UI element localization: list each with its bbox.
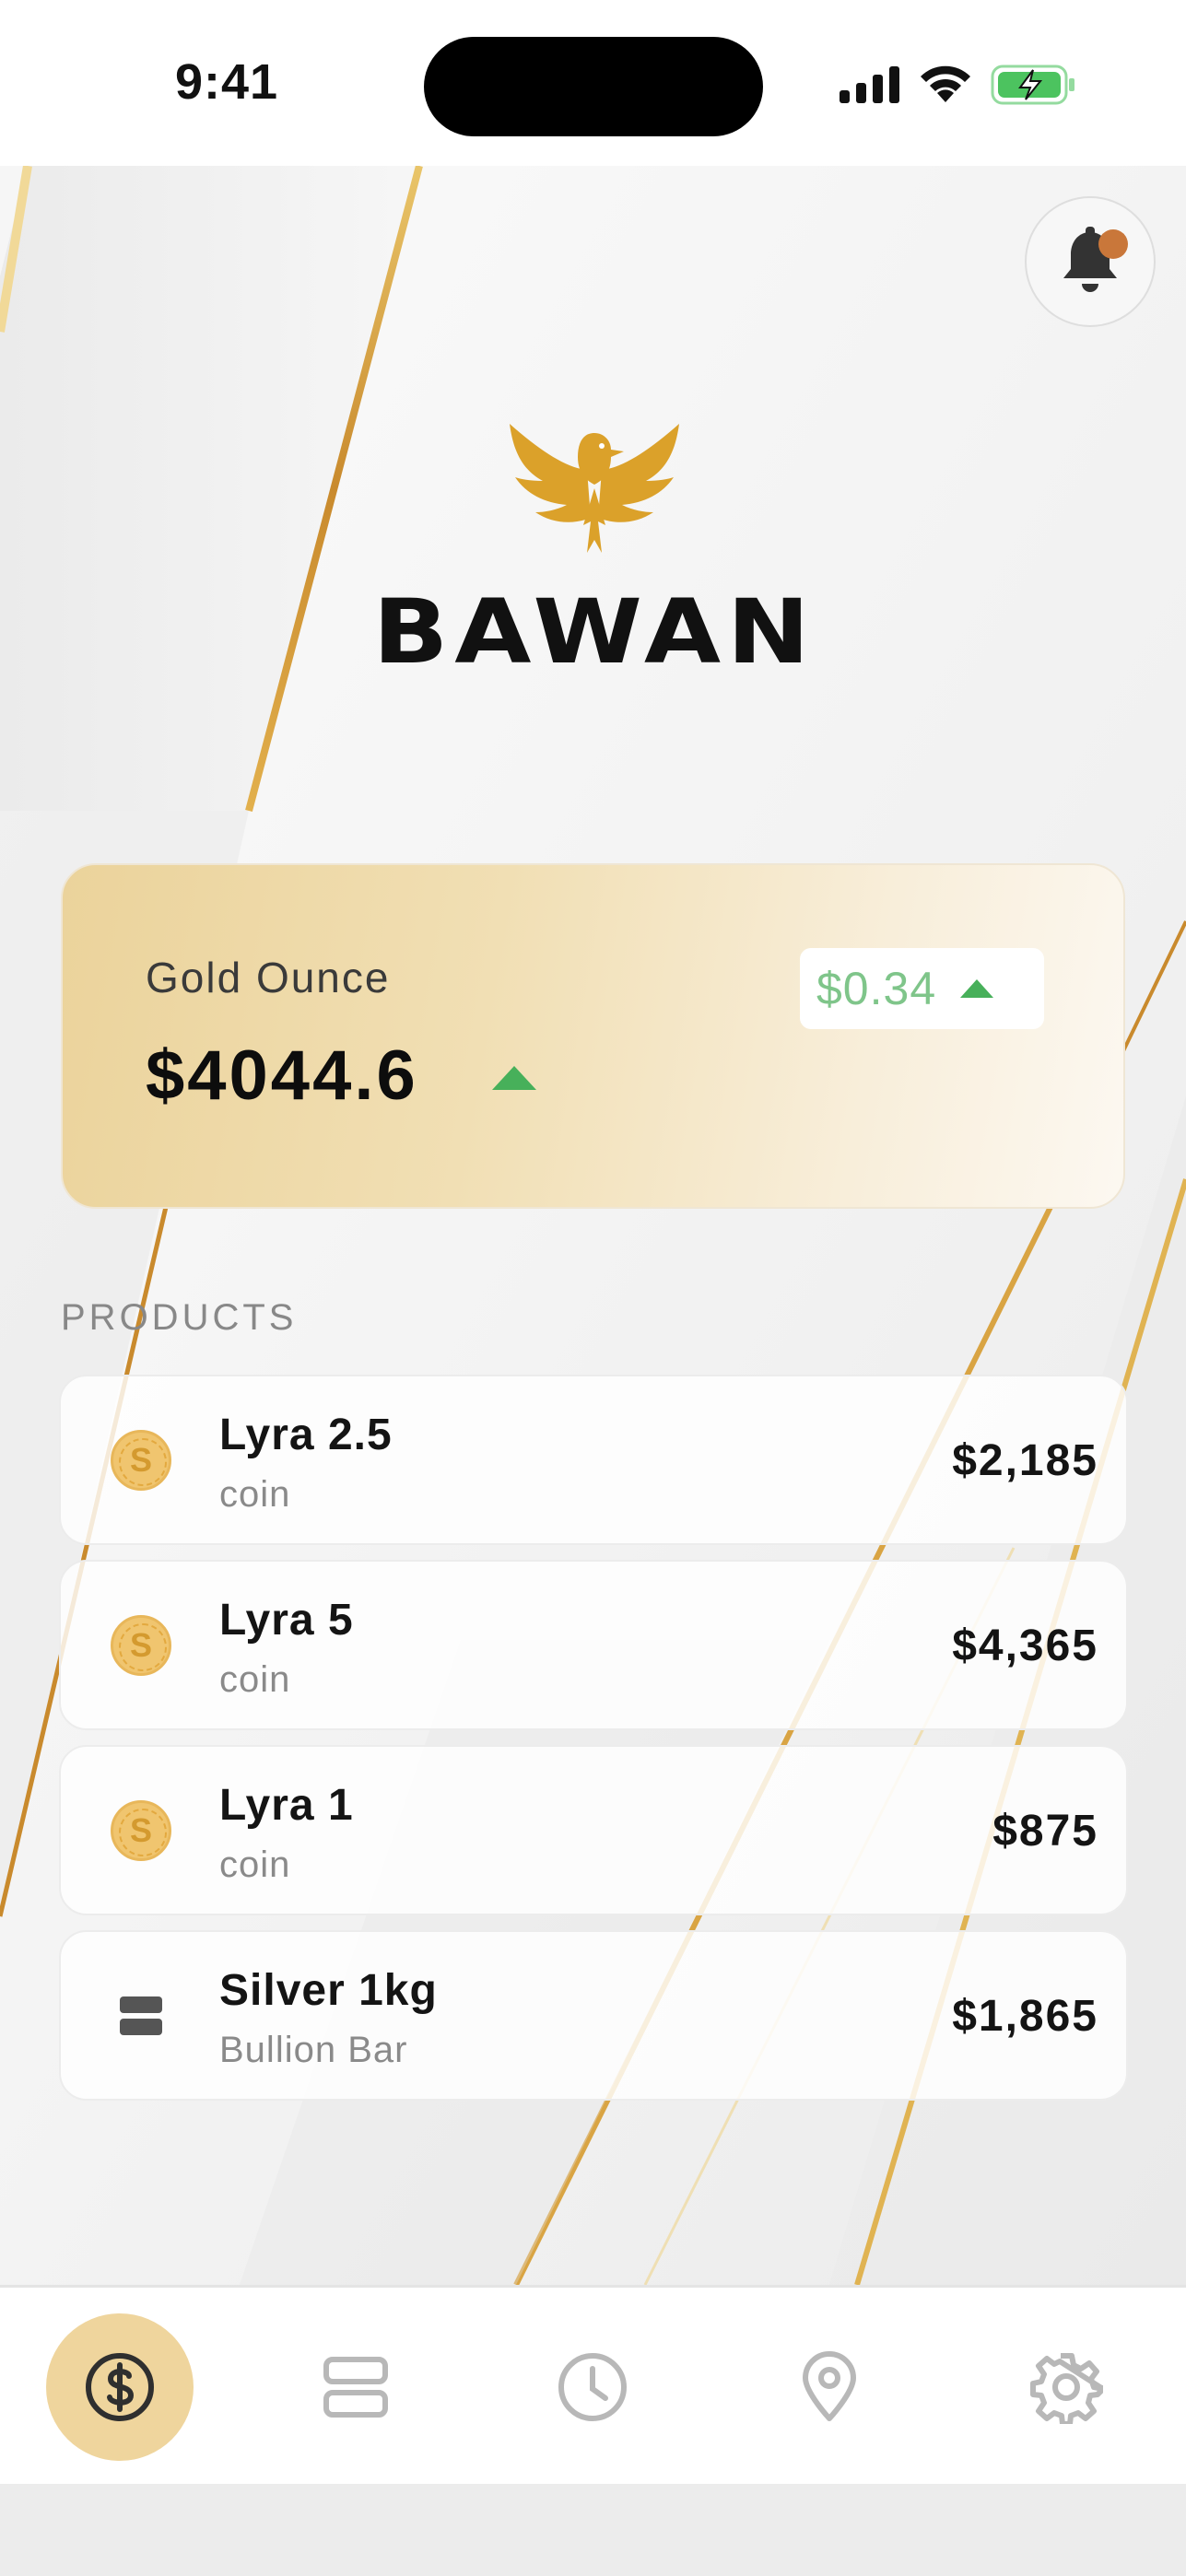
eagle-icon (510, 424, 679, 553)
product-type: coin (219, 1844, 291, 1885)
product-price: $4,365 (952, 1622, 1098, 1670)
product-row[interactable]: S Lyra 1 coin $875 (59, 1745, 1128, 1915)
brand-name: BAWAN (372, 580, 816, 684)
brand-logo: BAWAN (373, 415, 810, 691)
status-bar: 9:41 (0, 0, 1186, 166)
nav-history[interactable] (519, 2313, 666, 2461)
status-icons (840, 64, 1075, 105)
signal-icon (840, 66, 899, 103)
nav-settings[interactable] (992, 2313, 1140, 2461)
clock-icon (558, 2353, 627, 2421)
gold-label: Gold Ounce (146, 954, 391, 1001)
wifi-icon (921, 65, 970, 102)
battery-charging-icon (991, 64, 1074, 105)
product-price: $2,185 (952, 1436, 1098, 1485)
gear-icon (1030, 2353, 1103, 2424)
product-type: coin (219, 1474, 291, 1515)
price-change-badge: $0.34 (800, 948, 1044, 1029)
trend-up-icon (492, 1066, 536, 1090)
home-indicator-area (0, 2484, 1186, 2576)
dollar-icon (86, 2353, 154, 2421)
notification-dot (1098, 229, 1128, 259)
product-name: Silver 1kg (219, 1966, 438, 2015)
product-name: Lyra 5 (219, 1596, 354, 1645)
coin-icon: S (111, 1800, 171, 1861)
dynamic-island (424, 37, 763, 136)
product-name: Lyra 2.5 (219, 1411, 393, 1459)
price-change-value: $0.34 (816, 963, 937, 1014)
product-type: Bullion Bar (219, 2030, 408, 2070)
app-screen: 9:41 BAWAN Gold Ounce $4044.6 $0.34 PROD… (0, 0, 1186, 2576)
gold-price-card[interactable]: Gold Ounce $4044.6 $0.34 (61, 863, 1125, 1209)
location-pin-icon (803, 2351, 856, 2421)
coin-icon: S (111, 1615, 171, 1676)
nav-locations[interactable] (756, 2313, 903, 2461)
notifications-button[interactable] (1025, 196, 1156, 327)
products-section-title: PRODUCTS (61, 1297, 298, 1338)
nav-prices[interactable] (46, 2313, 194, 2461)
coin-icon: S (111, 1430, 171, 1491)
bottom-navigation (0, 2285, 1186, 2484)
product-row[interactable]: S Lyra 5 coin $4,365 (59, 1560, 1128, 1730)
product-name: Lyra 1 (219, 1781, 354, 1830)
product-type: coin (219, 1659, 291, 1700)
product-row[interactable]: S Lyra 2.5 coin $2,185 (59, 1375, 1128, 1545)
gold-price: $4044.6 (146, 1036, 418, 1115)
product-price: $1,865 (952, 1992, 1098, 2041)
change-up-icon (960, 979, 994, 998)
nav-products[interactable] (282, 2313, 429, 2461)
product-list: S Lyra 2.5 coin $2,185 S Lyra 5 coin $4,… (59, 1375, 1128, 2115)
product-row[interactable]: Silver 1kg Bullion Bar $1,865 (59, 1930, 1128, 2101)
bullion-bar-icon (111, 1985, 171, 2046)
products-icon (323, 2357, 388, 2418)
product-price: $875 (992, 1807, 1098, 1856)
status-time: 9:41 (175, 54, 279, 110)
